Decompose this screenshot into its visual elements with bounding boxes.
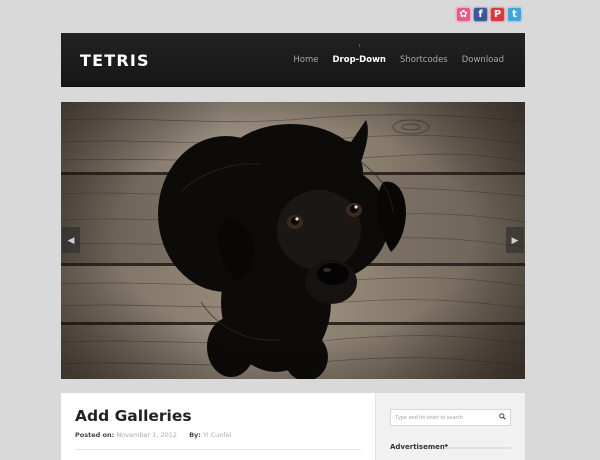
posted-on-label: Posted on: — [75, 431, 115, 439]
post-card: Add Galleries Posted on: November 1, 201… — [61, 393, 375, 460]
advertisement-heading: Advertisement — [390, 443, 449, 451]
post-title[interactable]: Add Galleries — [75, 407, 192, 425]
post-meta: Posted on: November 1, 2012 By: Yi Cuofe… — [75, 431, 241, 439]
facebook-icon[interactable]: f — [473, 7, 488, 22]
search-icon[interactable] — [499, 413, 506, 420]
main-nav: Home Drop-Down Shortcodes Download — [286, 44, 511, 65]
pinterest-icon[interactable]: P — [490, 7, 505, 22]
twitter-icon[interactable]: t — [507, 7, 522, 22]
nav-item-home[interactable]: Home — [286, 55, 325, 65]
search-input[interactable] — [391, 410, 499, 425]
slider-image — [61, 102, 525, 379]
site-logo[interactable]: TETRIS — [80, 51, 150, 70]
post-date[interactable]: November 1, 2012 — [116, 431, 177, 439]
nav-item-download[interactable]: Download — [455, 55, 511, 65]
dribbble-icon[interactable]: ✿ — [456, 7, 471, 22]
by-label: By: — [189, 431, 201, 439]
nav-item-shortcodes[interactable]: Shortcodes — [393, 55, 455, 65]
sidebar: Advertisement — [375, 393, 525, 460]
social-icons: ✿ f P t — [456, 7, 522, 22]
post-author[interactable]: Yi Cuofei — [203, 431, 231, 439]
post-divider — [75, 449, 361, 450]
search-box — [390, 409, 511, 426]
slider-next-button[interactable]: ▶ — [506, 227, 524, 253]
heading-rule — [444, 447, 511, 449]
site-header: TETRIS Home Drop-Down Shortcodes Downloa… — [61, 33, 525, 87]
slider-prev-button[interactable]: ◀ — [62, 227, 80, 253]
nav-item-drop-down[interactable]: Drop-Down — [325, 44, 393, 65]
image-slider[interactable] — [61, 102, 525, 379]
